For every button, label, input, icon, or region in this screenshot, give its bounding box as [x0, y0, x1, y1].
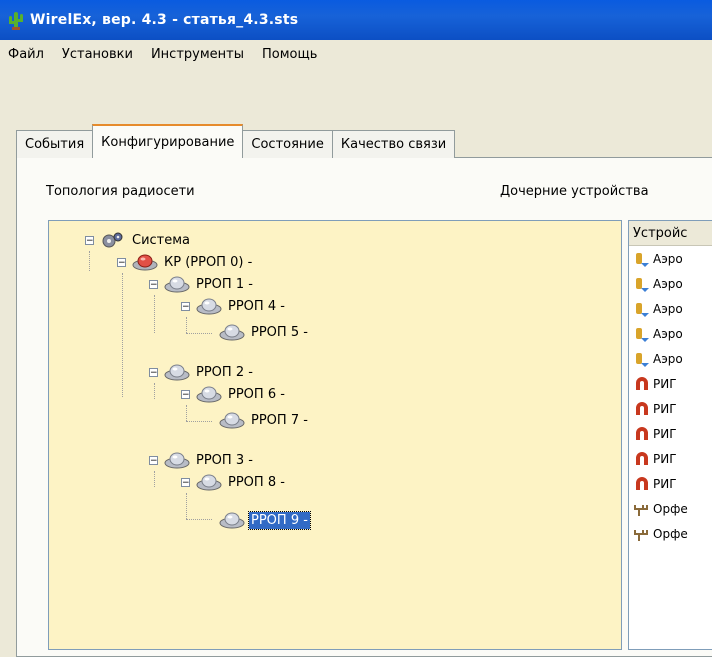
list-item[interactable]: Аэро [629, 296, 712, 321]
antenna-icon [634, 504, 648, 516]
antenna-icon [634, 529, 648, 541]
list-item[interactable]: Аэро [629, 271, 712, 296]
tree-node-rrop-7[interactable]: РРОП 7 - [213, 409, 310, 431]
tree-node-label: РРОП 6 - [228, 386, 285, 402]
tab-link-quality[interactable]: Качество связи [331, 130, 456, 158]
device-label: РИГ [653, 401, 677, 416]
router-icon [164, 452, 190, 469]
aero-sensor-icon [636, 352, 649, 367]
router-icon [164, 364, 190, 381]
tree-node-label: РРОП 3 - [196, 452, 253, 468]
system-icon [102, 232, 123, 248]
horseshoe-magnet-icon [636, 401, 648, 415]
router-icon [219, 512, 245, 529]
tree-node-label: РРОП 2 - [196, 364, 253, 380]
horseshoe-magnet-icon [636, 451, 648, 465]
topology-tree[interactable]: − Система − КР (РРОП 0) - − РРОП 1 - − Р… [48, 220, 622, 650]
tree-node-label: КР (РРОП 0) - [164, 254, 253, 270]
tree-node-label: РРОП 1 - [196, 276, 253, 292]
aero-sensor-icon [636, 277, 649, 292]
device-label: РИГ [653, 376, 677, 391]
device-label: Аэро [653, 251, 683, 266]
window-title: WirelEx, вер. 4.3 - статья_4.3.sts [30, 12, 299, 28]
tree-node-label: РРОП 7 - [251, 412, 308, 428]
tree-node-label: РРОП 4 - [228, 298, 285, 314]
cactus-app-icon [9, 12, 23, 30]
device-label: РИГ [653, 451, 677, 466]
tree-node-rrop-3[interactable]: − РРОП 3 - [149, 449, 255, 471]
device-label: Аэро [653, 301, 683, 316]
list-item[interactable]: Орфе [629, 521, 712, 546]
router-icon [196, 298, 222, 315]
device-label: Орфе [653, 526, 688, 541]
collapse-icon[interactable]: − [149, 367, 158, 377]
router-icon [219, 412, 245, 429]
tree-node-system[interactable]: − Система [85, 229, 192, 251]
list-item[interactable]: Аэро [629, 246, 712, 271]
collapse-icon[interactable]: − [181, 301, 190, 311]
tree-node-rrop-9[interactable]: РРОП 9 - [213, 509, 311, 531]
router-icon [164, 276, 190, 293]
aero-sensor-icon [636, 252, 649, 267]
device-label: Аэро [653, 351, 683, 366]
list-item[interactable]: Орфе [629, 496, 712, 521]
collapse-icon[interactable]: − [181, 389, 190, 399]
tree-node-label: РРОП 5 - [251, 324, 308, 340]
tree-node-rrop-1[interactable]: − РРОП 1 - [149, 273, 255, 295]
tree-node-rrop-8[interactable]: − РРОП 8 - [181, 471, 287, 493]
tree-node-label-selected: РРОП 9 - [248, 510, 311, 530]
tree-node-rrop-4[interactable]: − РРОП 4 - [181, 295, 287, 317]
column-header-device[interactable]: Устройс [629, 221, 712, 246]
horseshoe-magnet-icon [636, 426, 648, 440]
tab-events[interactable]: События [16, 130, 94, 158]
tab-configuration[interactable]: Конфигурирование [92, 124, 244, 158]
menu-bar: Файл Установки Инструменты Помощь [0, 42, 712, 66]
child-devices-list[interactable]: Устройс Аэро Аэро Аэро Аэро Аэро РИГ РИГ… [628, 220, 712, 650]
collapse-icon[interactable]: − [149, 279, 158, 289]
horseshoe-magnet-icon [636, 376, 648, 390]
router-icon [219, 324, 245, 341]
tree-node-rrop-6[interactable]: − РРОП 6 - [181, 383, 287, 405]
title-bar[interactable]: WirelEx, вер. 4.3 - статья_4.3.sts [0, 0, 712, 40]
aero-sensor-icon [636, 327, 649, 342]
list-item[interactable]: РИГ [629, 471, 712, 496]
list-item[interactable]: Аэро [629, 321, 712, 346]
horseshoe-magnet-icon [636, 476, 648, 490]
coordinator-icon [132, 254, 158, 271]
child-devices-label: Дочерние устройства [500, 184, 649, 199]
router-icon [196, 474, 222, 491]
tab-status[interactable]: Состояние [242, 130, 333, 158]
collapse-icon[interactable]: − [85, 235, 94, 245]
device-label: Аэро [653, 276, 683, 291]
topology-label: Топология радиосети [46, 184, 195, 199]
menu-help[interactable]: Помощь [252, 47, 325, 62]
device-label: Орфе [653, 501, 688, 516]
tree-node-rrop-5[interactable]: РРОП 5 - [213, 321, 310, 343]
router-icon [196, 386, 222, 403]
tab-strip: События Конфигурирование Состояние Качес… [16, 124, 456, 158]
menu-file[interactable]: Файл [0, 47, 52, 62]
device-label: РИГ [653, 426, 677, 441]
list-item[interactable]: РИГ [629, 396, 712, 421]
collapse-icon[interactable]: − [117, 257, 126, 267]
device-label: Аэро [653, 326, 683, 341]
list-item[interactable]: РИГ [629, 421, 712, 446]
tree-node-label: РРОП 8 - [228, 474, 285, 490]
collapse-icon[interactable]: − [149, 455, 158, 465]
menu-settings[interactable]: Установки [52, 47, 141, 62]
device-label: РИГ [653, 476, 677, 491]
tree-node-label: Система [132, 232, 191, 248]
list-item[interactable]: РИГ [629, 446, 712, 471]
tree-node-rrop-2[interactable]: − РРОП 2 - [149, 361, 255, 383]
menu-tools[interactable]: Инструменты [141, 47, 252, 62]
collapse-icon[interactable]: − [181, 477, 190, 487]
aero-sensor-icon [636, 302, 649, 317]
list-item[interactable]: Аэро [629, 346, 712, 371]
list-item[interactable]: РИГ [629, 371, 712, 396]
tree-node-kr[interactable]: − КР (РРОП 0) - [117, 251, 254, 273]
